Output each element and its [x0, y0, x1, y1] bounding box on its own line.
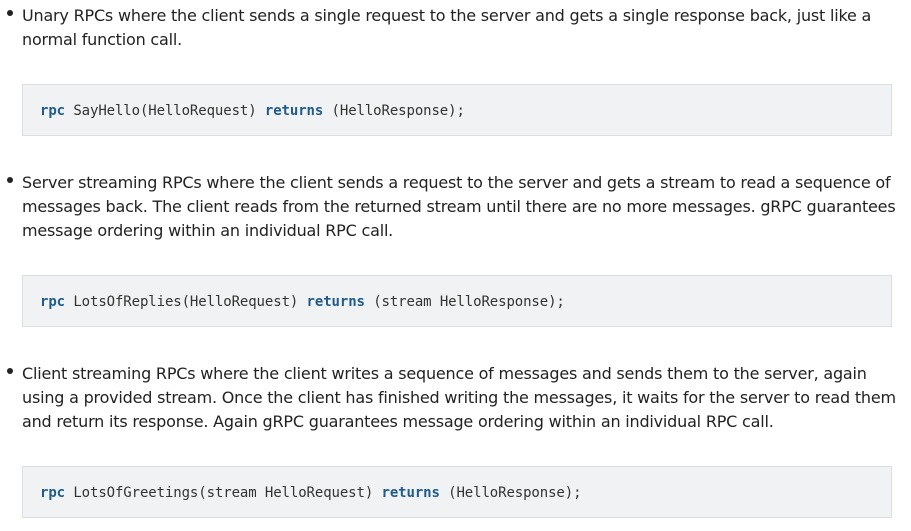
code-keyword: rpc — [40, 294, 65, 310]
bullet-icon — [7, 368, 13, 374]
rpc-type-client-streaming: Client streaming RPCs where the client w… — [0, 358, 900, 436]
code-text: (HelloResponse); — [439, 485, 582, 501]
rpc-description: Unary RPCs where the client sends a sing… — [22, 6, 872, 49]
code-block: rpc SayHello(HelloRequest) returns (Hell… — [22, 84, 892, 136]
code-line: rpc LotsOfReplies(HelloRequest) returns … — [40, 293, 565, 311]
code-text: LotsOfGreetings(stream HelloRequest) — [65, 485, 382, 501]
code-keyword: rpc — [40, 485, 65, 501]
code-text: LotsOfReplies(HelloRequest) — [65, 294, 307, 310]
code-text: (HelloResponse); — [323, 103, 465, 119]
code-keyword: returns — [381, 485, 440, 501]
document-content: Unary RPCs where the client sends a sing… — [0, 0, 911, 531]
bullet-icon — [7, 177, 13, 183]
code-text: (stream HelloResponse); — [364, 294, 565, 310]
rpc-description: Client streaming RPCs where the client w… — [22, 364, 896, 431]
code-keyword: returns — [264, 103, 324, 119]
code-line: rpc LotsOfGreetings(stream HelloRequest)… — [40, 484, 582, 502]
code-block: rpc LotsOfGreetings(stream HelloRequest)… — [22, 466, 892, 518]
code-block: rpc LotsOfReplies(HelloRequest) returns … — [22, 275, 892, 327]
rpc-type-unary: Unary RPCs where the client sends a sing… — [0, 0, 900, 54]
code-line: rpc SayHello(HelloRequest) returns (Hell… — [40, 102, 465, 120]
code-keyword: returns — [306, 294, 365, 310]
code-keyword: rpc — [40, 103, 65, 119]
code-text: SayHello(HelloRequest) — [65, 103, 265, 119]
bullet-icon — [7, 10, 13, 16]
rpc-type-server-streaming: Server streaming RPCs where the client s… — [0, 167, 900, 245]
rpc-description: Server streaming RPCs where the client s… — [22, 173, 896, 240]
